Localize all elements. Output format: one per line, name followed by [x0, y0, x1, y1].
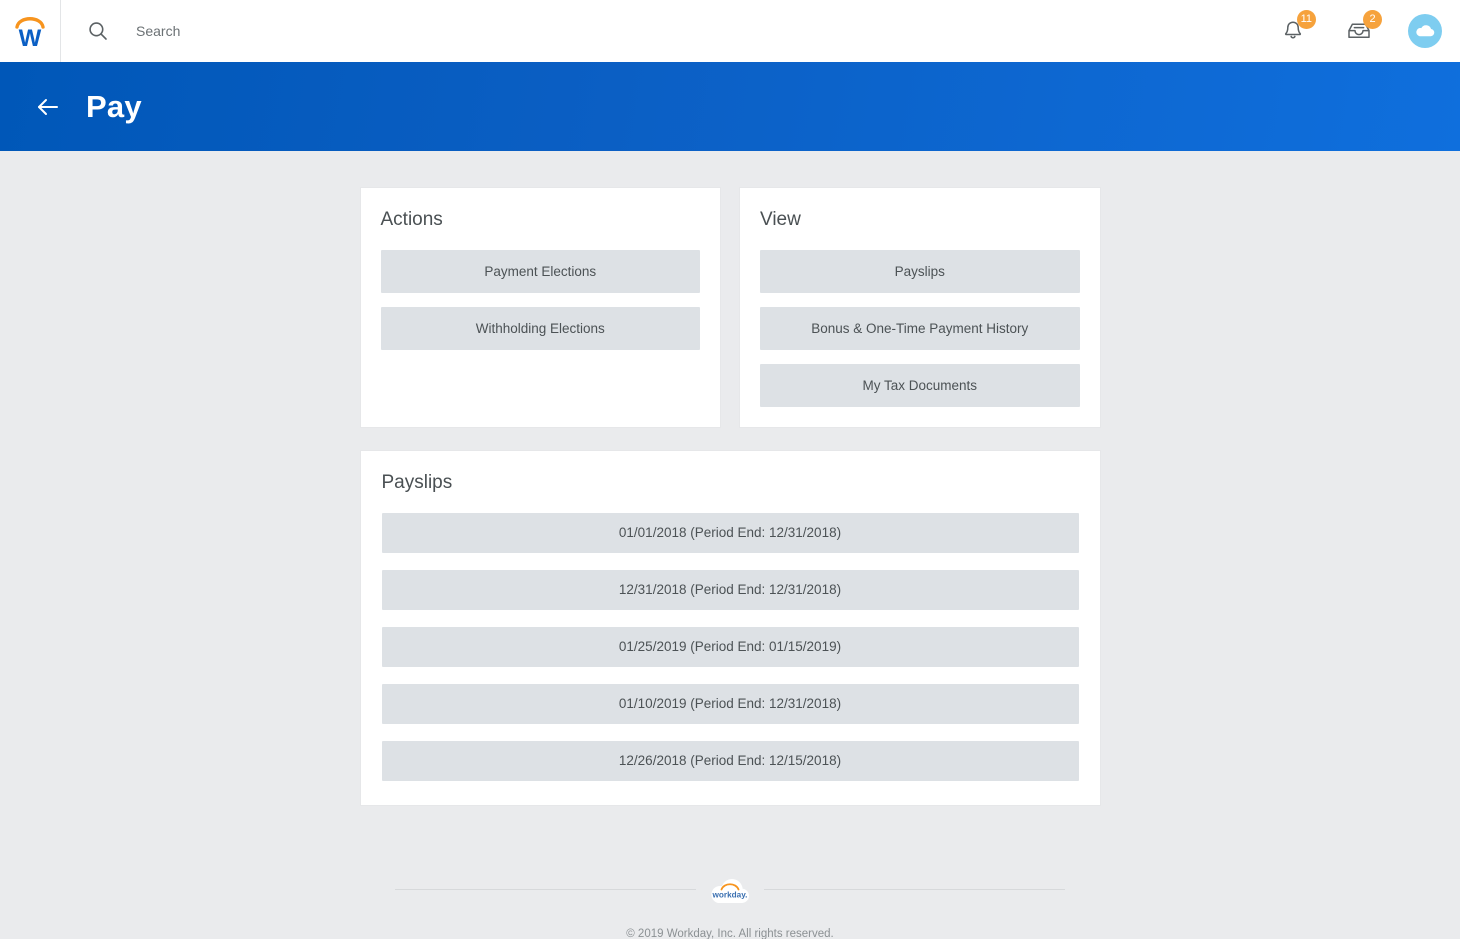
search-icon[interactable]: [88, 21, 108, 41]
inbox-badge: 2: [1363, 10, 1382, 29]
tile-withholding-elections[interactable]: Withholding Elections: [380, 306, 700, 350]
arrow-left-icon: [38, 98, 58, 115]
list-item[interactable]: 12/26/2018 (Period End: 12/15/2018): [381, 740, 1079, 781]
actions-card-title: Actions: [380, 209, 443, 230]
search-input[interactable]: [136, 16, 696, 46]
avatar[interactable]: [1408, 14, 1442, 48]
workday-cloud-logo: workday.: [704, 870, 756, 910]
page-header-banner: Pay: [0, 62, 1460, 151]
workday-logo-text: workday.: [712, 890, 748, 899]
list-item[interactable]: 01/01/2018 (Period End: 12/31/2018): [381, 512, 1079, 553]
top-navigation-bar: W 11 2: [0, 0, 1460, 62]
topbar-actions: 11 2: [1276, 0, 1460, 62]
footer-divider-row: workday.: [395, 870, 1065, 910]
footer-rule-right: [764, 889, 1065, 891]
cards-row: Actions Payment Elections Withholding El…: [359, 187, 1101, 428]
cloud-avatar-icon: [1416, 25, 1435, 37]
workday-w-logo-icon: W: [15, 17, 45, 49]
tile-bonus-payment-history[interactable]: Bonus & One-Time Payment History: [760, 306, 1080, 350]
tile-my-tax-documents[interactable]: My Tax Documents: [760, 363, 1080, 407]
back-button[interactable]: [33, 92, 63, 122]
search-area: [61, 0, 1276, 62]
tile-payment-elections[interactable]: Payment Elections: [380, 249, 700, 293]
notifications-button[interactable]: 11: [1276, 10, 1316, 48]
view-card-title: View: [760, 209, 801, 230]
page-footer: workday. © 2019 Workday, Inc. All rights…: [0, 870, 1460, 939]
list-item[interactable]: 01/25/2019 (Period End: 01/15/2019): [381, 626, 1079, 667]
tile-payslips[interactable]: Payslips: [760, 249, 1080, 293]
footer-rule-left: [395, 889, 696, 891]
notifications-badge: 11: [1296, 10, 1316, 29]
main-content: Actions Payment Elections Withholding El…: [0, 151, 1460, 939]
page-title: Pay: [86, 89, 142, 124]
payslips-section: Payslips 01/01/2018 (Period End: 12/31/2…: [359, 449, 1101, 806]
svg-text:W: W: [19, 25, 42, 49]
payslips-card: Payslips 01/01/2018 (Period End: 12/31/2…: [359, 449, 1101, 806]
actions-card: Actions Payment Elections Withholding El…: [359, 187, 721, 428]
workday-logo[interactable]: W: [0, 0, 60, 62]
payslips-card-title: Payslips: [381, 471, 453, 493]
workday-cloud-logo-icon: workday.: [711, 878, 749, 903]
list-item[interactable]: 01/10/2019 (Period End: 12/31/2018): [381, 683, 1079, 724]
copyright-text: © 2019 Workday, Inc. All rights reserved…: [626, 927, 834, 939]
inbox-button[interactable]: 2: [1342, 10, 1382, 48]
view-card: View Payslips Bonus & One-Time Payment H…: [739, 187, 1101, 428]
list-item[interactable]: 12/31/2018 (Period End: 12/31/2018): [381, 569, 1079, 610]
